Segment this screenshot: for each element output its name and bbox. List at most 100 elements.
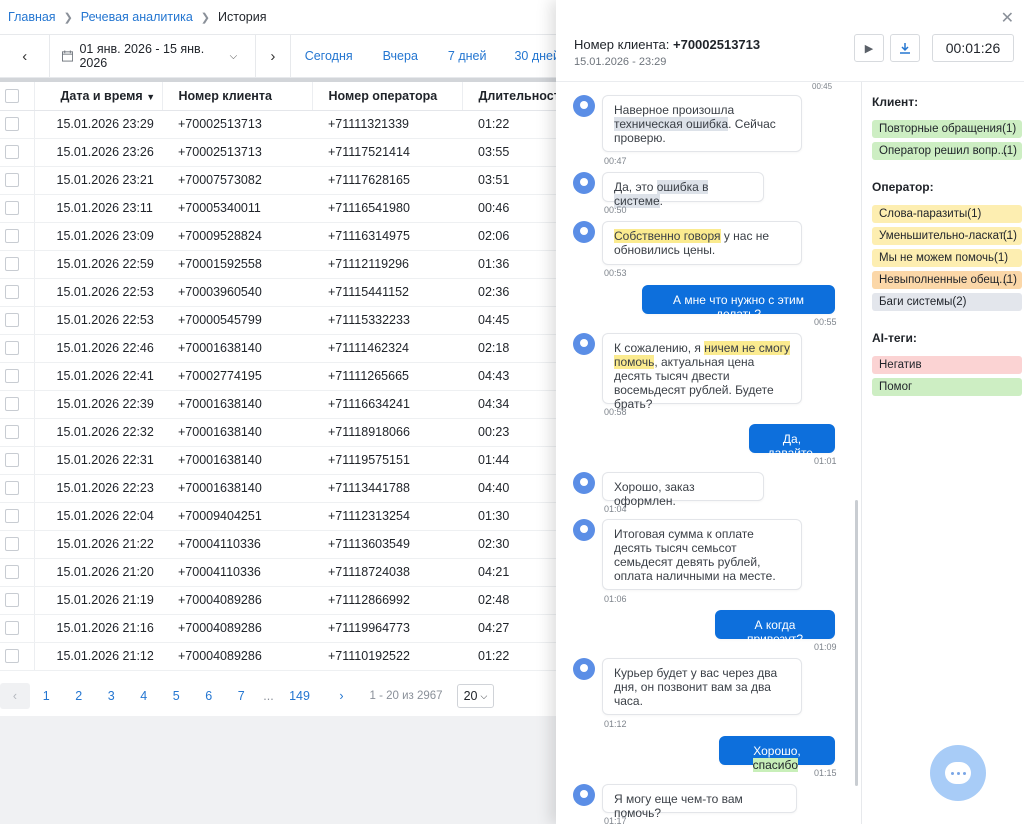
row-checkbox[interactable] xyxy=(5,229,19,244)
page-last[interactable]: 149 xyxy=(280,689,320,703)
chat-support-button[interactable] xyxy=(930,745,986,801)
tag-cannot-help[interactable]: Мы не можем помочь(1) xyxy=(872,249,1022,267)
page-5[interactable]: 5 xyxy=(160,689,193,703)
page-1[interactable]: 1 xyxy=(30,689,63,703)
prev-period-button[interactable]: ‹ xyxy=(0,34,51,78)
row-checkbox[interactable] xyxy=(5,257,19,272)
table-row[interactable]: 15.01.2026 23:21 +70007573082 +71117628165… xyxy=(0,166,560,195)
close-icon[interactable]: ✕ xyxy=(1001,8,1014,28)
sort-desc-icon: ▼ xyxy=(146,91,156,102)
column-datetime[interactable]: Дата и время ▼ xyxy=(34,82,163,111)
prev-page-button[interactable]: ‹ xyxy=(0,683,30,709)
breadcrumb-section[interactable]: Речевая аналитика xyxy=(81,10,193,24)
row-checkbox[interactable] xyxy=(5,117,19,132)
history-panel: Главная ❯ Речевая аналитика ❯ История ‹ … xyxy=(0,0,560,824)
date-range-picker[interactable]: 01 янв. 2026 - 15 янв. 2026 ⌵ xyxy=(50,34,255,78)
message-time: 00:50 xyxy=(604,205,627,215)
table-row[interactable]: 15.01.2026 22:23 +70001638140 +71113441788… xyxy=(0,474,560,503)
tag-unfulfilled-promises[interactable]: Невыполненные обещ... (1) xyxy=(872,271,1022,289)
table-row[interactable]: 15.01.2026 22:41 +70002774195 +71111265665… xyxy=(0,362,560,391)
row-checkbox[interactable] xyxy=(5,145,19,160)
row-checkbox[interactable] xyxy=(5,285,19,300)
table-row[interactable]: 15.01.2026 23:26 +70002513713 +71117521414… xyxy=(0,138,560,167)
row-checkbox[interactable] xyxy=(5,481,19,496)
message-time: 00:55 xyxy=(814,317,837,327)
row-checkbox[interactable] xyxy=(5,453,19,468)
cell-client-number: +70004089286 xyxy=(162,642,312,671)
quick-today[interactable]: Сегодня xyxy=(305,49,353,63)
per-page-select[interactable]: 20 ⌵ xyxy=(456,684,495,708)
row-checkbox[interactable] xyxy=(5,621,19,636)
row-checkbox[interactable] xyxy=(5,173,19,188)
row-checkbox[interactable] xyxy=(5,509,19,524)
table-row[interactable]: 15.01.2026 23:09 +70009528824 +71116314975… xyxy=(0,222,560,251)
tag-system-bugs[interactable]: Баги системы(2) xyxy=(872,293,1022,311)
table-row[interactable]: 15.01.2026 23:11 +70005340011 +71116541980… xyxy=(0,194,560,223)
message-client: Я могу еще чем-то вам помочь? xyxy=(602,784,797,820)
table-row[interactable]: 15.01.2026 21:20 +70004110336 +71118724038… xyxy=(0,558,560,587)
table-row[interactable]: 15.01.2026 22:39 +70001638140 +71116634241… xyxy=(0,390,560,419)
cell-client-number: +70001592558 xyxy=(162,250,312,279)
row-checkbox[interactable] xyxy=(5,341,19,356)
row-checkbox[interactable] xyxy=(5,313,19,328)
row-checkbox[interactable] xyxy=(5,201,19,216)
play-icon: ▶ xyxy=(864,42,874,55)
tag-repeat-requests[interactable]: Повторные обращения(1) xyxy=(872,120,1022,138)
client-avatar-icon xyxy=(573,221,595,243)
table-row[interactable]: 15.01.2026 22:53 +70003960540 +71115441152… xyxy=(0,278,560,307)
chevron-down-icon: ⌵ xyxy=(229,50,238,62)
table-row[interactable]: 15.01.2026 22:46 +70001638140 +71111462324… xyxy=(0,334,560,363)
page-3[interactable]: 3 xyxy=(95,689,128,703)
download-button[interactable] xyxy=(890,34,920,62)
table-row[interactable]: 15.01.2026 22:31 +70001638140 +71119575151… xyxy=(0,446,560,475)
cell-operator-number: +71119964773 xyxy=(312,614,462,643)
row-checkbox[interactable] xyxy=(5,537,19,552)
cell-operator-number: +71113441788 xyxy=(312,474,462,503)
row-checkbox[interactable] xyxy=(5,369,19,384)
client-avatar-icon xyxy=(573,172,595,194)
page-2[interactable]: 2 xyxy=(63,689,96,703)
quick-30-days[interactable]: 30 дней xyxy=(514,49,560,63)
select-all-checkbox[interactable] xyxy=(5,89,19,104)
breadcrumb-home[interactable]: Главная xyxy=(8,10,56,24)
row-checkbox[interactable] xyxy=(5,593,19,608)
row-checkbox[interactable] xyxy=(5,425,19,440)
page-7[interactable]: 7 xyxy=(225,689,258,703)
quick-7-days[interactable]: 7 дней xyxy=(448,49,487,63)
table-row[interactable]: 15.01.2026 22:04 +70009404251 +71112313254… xyxy=(0,502,560,531)
row-checkbox[interactable] xyxy=(5,565,19,580)
client-avatar-icon xyxy=(573,333,595,355)
cell-operator-number: +71112313254 xyxy=(312,502,462,531)
table-row[interactable]: 15.01.2026 22:53 +70000545799 +71115332233… xyxy=(0,306,560,335)
page-4[interactable]: 4 xyxy=(128,689,161,703)
table-row[interactable]: 15.01.2026 22:32 +70001638140 +71118918066… xyxy=(0,418,560,447)
tag-diminutive[interactable]: Уменьшительно-ласкат... (1) xyxy=(872,227,1022,245)
page-6[interactable]: 6 xyxy=(193,689,226,703)
tag-helped[interactable]: Помог xyxy=(872,378,1022,396)
transcript-scrollbar[interactable] xyxy=(855,500,858,786)
next-page-button[interactable]: › xyxy=(320,689,364,703)
message-client: Хорошо, заказ оформлен. xyxy=(602,472,764,508)
message-client: Собственно говоря у нас не обновились це… xyxy=(602,221,802,265)
chevron-left-icon: ‹ xyxy=(12,689,18,703)
cell-operator-number: +71116541980 xyxy=(312,194,462,223)
table-row[interactable]: 15.01.2026 22:59 +70001592558 +71112119296… xyxy=(0,250,560,279)
tag-operator-solved[interactable]: Оператор решил вопр... (1) xyxy=(872,142,1022,160)
table-row[interactable]: 15.01.2026 21:19 +70004089286 +71112866992… xyxy=(0,586,560,615)
table-row[interactable]: 15.01.2026 21:12 +70004089286 +71110192522… xyxy=(0,642,560,671)
row-checkbox[interactable] xyxy=(5,649,19,664)
tag-filler-words[interactable]: Слова-паразиты(1) xyxy=(872,205,1022,223)
quick-yesterday[interactable]: Вчера xyxy=(383,49,418,63)
next-period-button[interactable]: › xyxy=(255,34,291,78)
tag-negative[interactable]: Негатив xyxy=(872,356,1022,374)
table-row[interactable]: 15.01.2026 23:29 +70002513713 +71111321339… xyxy=(0,110,560,139)
play-button[interactable]: ▶ xyxy=(854,34,884,62)
cell-duration: 02:36 xyxy=(462,278,560,307)
cell-datetime: 15.01.2026 22:32 xyxy=(34,418,162,447)
table-row[interactable]: 15.01.2026 21:16 +70004089286 +71119964773… xyxy=(0,614,560,643)
table-row[interactable]: 15.01.2026 21:22 +70004110336 +71113603549… xyxy=(0,530,560,559)
transcript[interactable]: 00:45 Наверное произошла техническая оши… xyxy=(556,82,858,824)
message-client: Итоговая сумма к оплате десять тысяч сем… xyxy=(602,519,802,590)
row-checkbox[interactable] xyxy=(5,397,19,412)
page-footer-area xyxy=(0,716,560,824)
